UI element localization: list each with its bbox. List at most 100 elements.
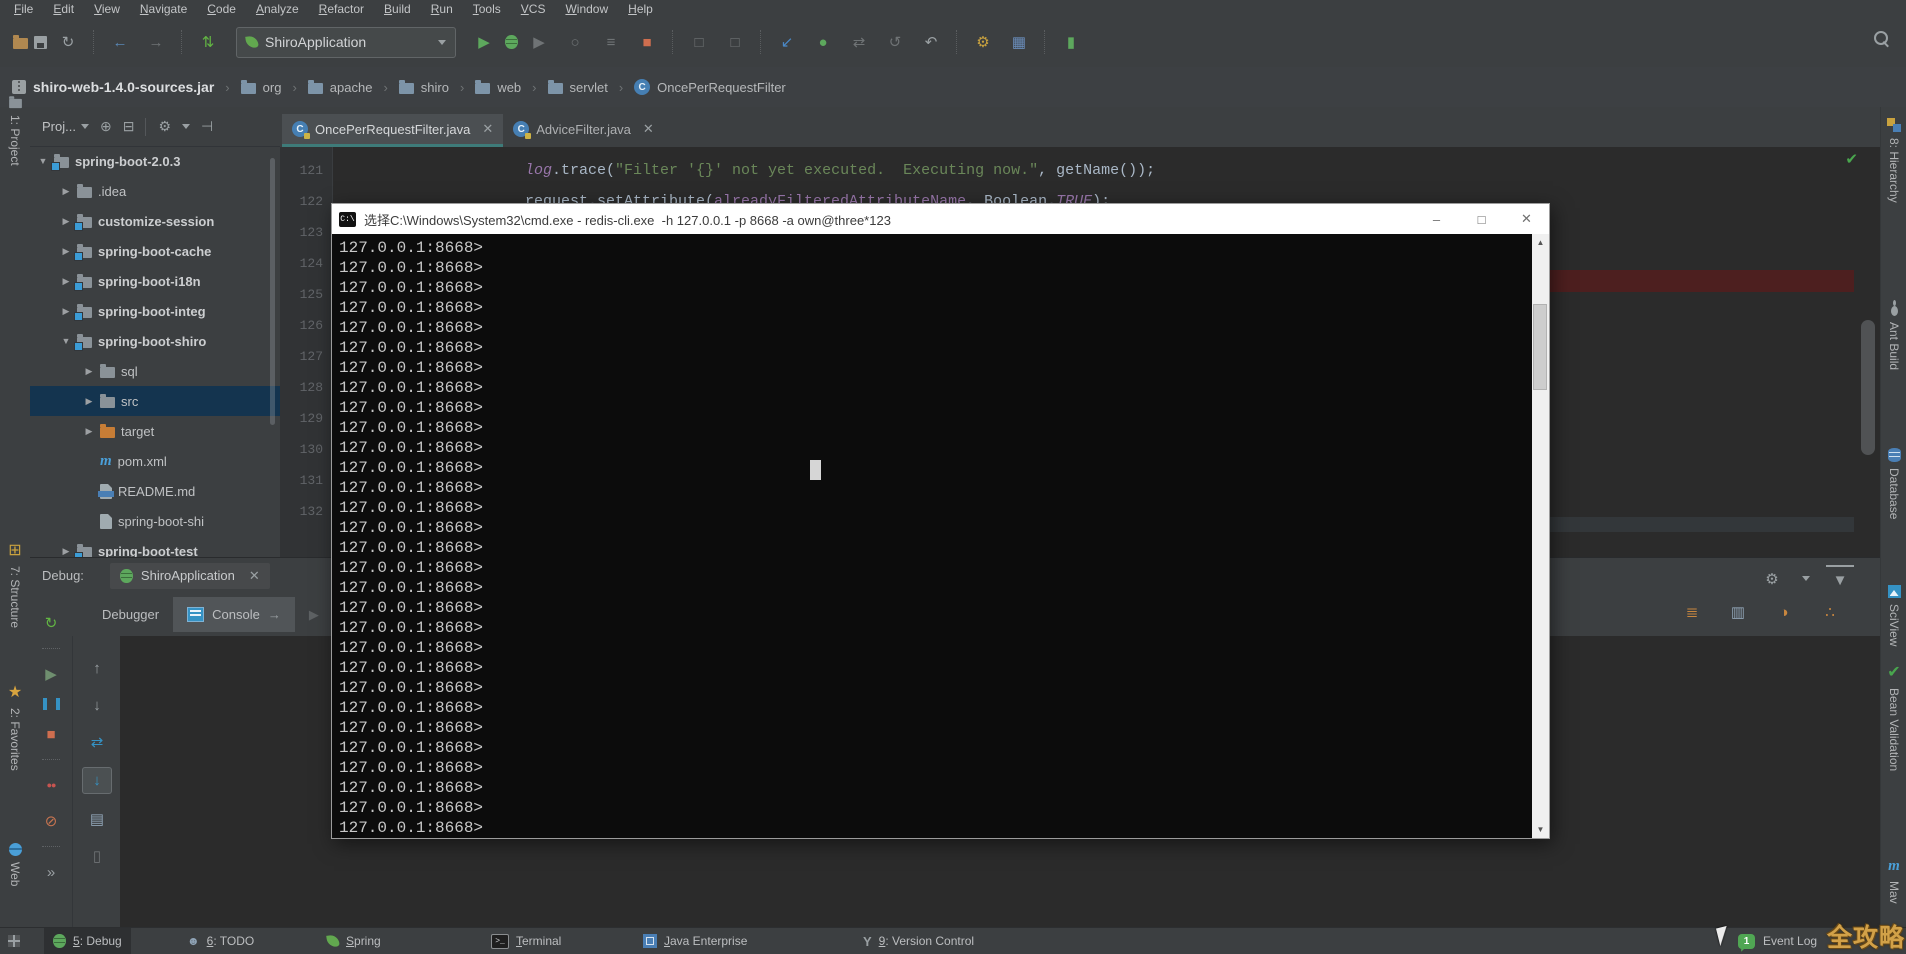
close-icon[interactable]: ✕ bbox=[249, 568, 260, 584]
build-column-icon[interactable]: □ bbox=[684, 29, 714, 55]
resume-icon[interactable]: ▶ bbox=[37, 662, 65, 686]
inspection-ok-icon[interactable]: ✔ bbox=[1845, 150, 1858, 168]
gear-icon[interactable]: ⚙ bbox=[1758, 567, 1786, 591]
tree-item-spring-boot-shi[interactable]: spring-boot-shi bbox=[30, 506, 281, 536]
breadcrumb-item[interactable]: org bbox=[239, 80, 284, 95]
float-mode-icon[interactable]: ▼ bbox=[1826, 565, 1854, 592]
attach-profiler-icon[interactable]: ∴ bbox=[1816, 600, 1844, 624]
print-icon[interactable]: ▤ bbox=[83, 807, 111, 831]
debug-tab-console[interactable]: Console→ bbox=[173, 597, 295, 632]
tree-collapse-icon[interactable]: ▼ bbox=[61, 336, 71, 346]
up-stack-icon[interactable]: ↑ bbox=[83, 656, 111, 680]
tree-item-spring-boot-test[interactable]: ▶spring-boot-test bbox=[30, 536, 281, 557]
tree-item-pom-xml[interactable]: mpom.xml bbox=[30, 446, 281, 476]
tree-expand-icon[interactable]: ▶ bbox=[61, 246, 71, 257]
project-view-selector[interactable]: Proj... bbox=[42, 119, 89, 134]
menu-view[interactable]: View bbox=[84, 2, 130, 17]
minimize-button[interactable]: – bbox=[1414, 204, 1459, 234]
tree-expand-icon[interactable]: ▶ bbox=[84, 426, 94, 437]
profiler-icon[interactable]: ○ bbox=[560, 29, 590, 55]
tool-window-switcher-icon[interactable] bbox=[8, 935, 20, 947]
tool-stripe-1-project[interactable]: 1: Project bbox=[0, 95, 30, 166]
breadcrumb-item[interactable]: web bbox=[473, 80, 523, 95]
menu-edit[interactable]: Edit bbox=[43, 2, 84, 17]
mute-breakpoints-icon[interactable]: ⊘ bbox=[37, 809, 65, 833]
profiler-gauge-icon[interactable]: ◑ bbox=[1770, 600, 1798, 624]
close-icon[interactable]: ✕ bbox=[482, 121, 493, 137]
menu-navigate[interactable]: Navigate bbox=[130, 2, 197, 17]
tab-onceperrequestfilter-java[interactable]: COncePerRequestFilter.java✕ bbox=[282, 114, 503, 147]
tree-item-sql[interactable]: ▶sql bbox=[30, 356, 281, 386]
tree-item-spring-boot-integ[interactable]: ▶spring-boot-integ bbox=[30, 296, 281, 326]
tool-stripe-2-favorites[interactable]: ★2: Favorites bbox=[0, 682, 30, 771]
statusbar-6-todo[interactable]: ☻6: TODO bbox=[178, 928, 263, 954]
rerun-icon[interactable]: ↻ bbox=[37, 611, 65, 635]
statusbar-5-debug[interactable]: 5: Debug bbox=[44, 928, 131, 954]
vcs-commit-icon[interactable]: ● bbox=[808, 29, 838, 55]
breadcrumb-item[interactable]: COncePerRequestFilter bbox=[632, 79, 788, 95]
tree-expand-icon[interactable]: ▶ bbox=[61, 546, 71, 557]
statusbar-spring[interactable]: Spring bbox=[318, 928, 390, 954]
menu-help[interactable]: Help bbox=[618, 2, 663, 17]
menu-refactor[interactable]: Refactor bbox=[309, 2, 374, 17]
vcs-rollback-icon[interactable]: ↺ bbox=[880, 29, 910, 55]
tool-stripe-7-structure[interactable]: ⊞7: Structure bbox=[0, 540, 30, 628]
tool-stripe-mav[interactable]: mMav bbox=[1881, 858, 1906, 904]
cmd-titlebar[interactable]: C:\ 选择C:\Windows\System32\cmd.exe - redi… bbox=[332, 204, 1549, 234]
menu-file[interactable]: File bbox=[4, 2, 43, 17]
tree-item-spring-boot-cache[interactable]: ▶spring-boot-cache bbox=[30, 236, 281, 266]
tree-item-spring-boot-shiro[interactable]: ▼spring-boot-shiro bbox=[30, 326, 281, 356]
stop-icon[interactable]: ■ bbox=[632, 29, 662, 55]
deploy-column-icon[interactable]: □ bbox=[720, 29, 750, 55]
statusbar-terminal[interactable]: >_Terminal bbox=[482, 928, 570, 954]
clear-all-icon[interactable]: ▯ bbox=[83, 844, 111, 868]
cmd-terminal[interactable]: 127.0.0.1:8668>127.0.0.1:8668>127.0.0.1:… bbox=[332, 234, 1549, 838]
scroll-up-icon[interactable]: ▲ bbox=[1532, 234, 1549, 251]
view-breakpoints-icon[interactable]: ●● bbox=[37, 773, 65, 797]
gear-icon[interactable]: ⚙ bbox=[158, 118, 171, 135]
menu-run[interactable]: Run bbox=[421, 2, 463, 17]
tree-collapse-icon[interactable]: ▼ bbox=[38, 156, 48, 166]
undo-icon[interactable]: ↶ bbox=[916, 29, 946, 55]
tool-stripe-8-hierarchy[interactable]: 8: Hierarchy bbox=[1881, 118, 1906, 203]
editor-scrollbar[interactable] bbox=[1861, 320, 1875, 455]
project-scrollbar[interactable] bbox=[270, 158, 275, 425]
tree-expand-icon[interactable]: ▶ bbox=[61, 306, 71, 317]
vcs-diff-icon[interactable]: ⇄ bbox=[844, 29, 874, 55]
tree-expand-icon[interactable]: ▶ bbox=[61, 276, 71, 287]
save-all-icon[interactable] bbox=[34, 36, 47, 49]
tool-stripe-bean-validation[interactable]: ✔Bean Validation bbox=[1881, 662, 1906, 771]
debug-tab-debugger[interactable]: Debugger bbox=[88, 597, 173, 632]
tool-stripe-database[interactable]: Database bbox=[1881, 448, 1906, 519]
statusbar-9-version-control[interactable]: Y9: Version Control bbox=[854, 928, 983, 954]
memory-indicator-icon[interactable]: ▮ bbox=[1056, 29, 1086, 55]
vcs-update-icon[interactable]: ↙ bbox=[772, 29, 802, 55]
maximize-button[interactable]: □ bbox=[1459, 204, 1504, 234]
open-project-icon[interactable] bbox=[13, 38, 28, 49]
locate-icon[interactable]: ⊕ bbox=[100, 118, 112, 135]
update-running-app-icon[interactable]: ⇅ bbox=[193, 29, 223, 55]
tree-expand-icon[interactable]: ▶ bbox=[61, 216, 71, 227]
menu-build[interactable]: Build bbox=[374, 2, 421, 17]
menu-code[interactable]: Code bbox=[197, 2, 246, 17]
close-button[interactable]: ✕ bbox=[1504, 204, 1549, 234]
stop-icon[interactable]: ■ bbox=[37, 722, 65, 746]
thread-dump-icon[interactable]: ≣ bbox=[1678, 600, 1706, 624]
menu-vcs[interactable]: VCS bbox=[511, 2, 556, 17]
run-icon[interactable]: ▶ bbox=[469, 29, 499, 55]
tab-advicefilter-java[interactable]: CAdviceFilter.java✕ bbox=[503, 114, 664, 147]
cmd-scrollbar[interactable]: ▲ ▼ bbox=[1532, 234, 1549, 838]
breadcrumb-item[interactable]: shiro-web-1.4.0-sources.jar bbox=[10, 79, 216, 95]
breadcrumb-item[interactable]: servlet bbox=[546, 80, 610, 95]
down-stack-icon[interactable]: ↓ bbox=[83, 693, 111, 717]
tree-item-src[interactable]: ▶src bbox=[30, 386, 281, 416]
debug-session-tab[interactable]: ShiroApplication ✕ bbox=[110, 563, 270, 589]
tree-item--idea[interactable]: ▶.idea bbox=[30, 176, 281, 206]
scroll-to-end-icon[interactable]: ↓ bbox=[82, 767, 112, 794]
breadcrumb-item[interactable]: shiro bbox=[397, 80, 451, 95]
run-configuration-combo[interactable]: ShiroApplication bbox=[236, 27, 456, 58]
search-everywhere-icon[interactable] bbox=[1874, 31, 1888, 45]
tree-item-readme-md[interactable]: README.md bbox=[30, 476, 281, 506]
project-structure-icon[interactable]: ▦ bbox=[1004, 29, 1034, 55]
settings-icon[interactable]: ⚙ bbox=[968, 29, 998, 55]
